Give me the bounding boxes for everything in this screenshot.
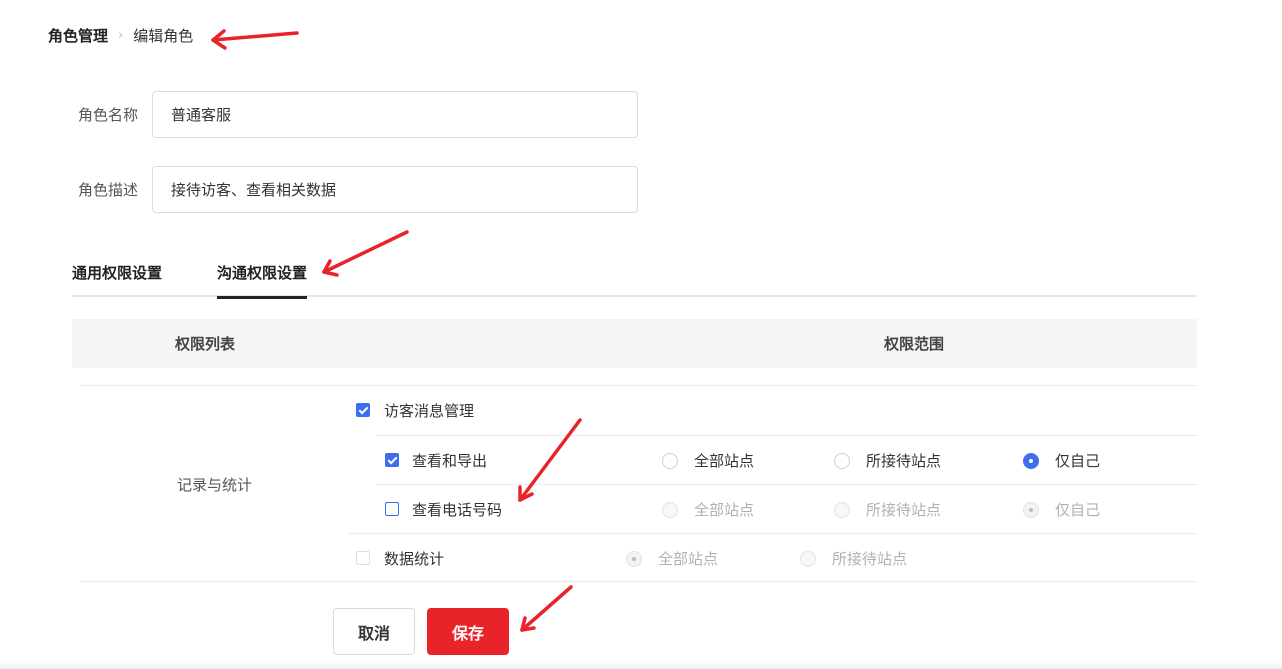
- view-phone-option-served-sites[interactable]: 所接待站点: [834, 499, 941, 520]
- data-stats-option-served-sites[interactable]: 所接待站点: [800, 548, 907, 569]
- breadcrumb-root[interactable]: 角色管理: [48, 25, 108, 46]
- radio-icon: [800, 550, 816, 567]
- group-label: 记录与统计: [177, 476, 253, 494]
- radio-selected-icon: [626, 550, 642, 567]
- table-body: 记录与统计 访客消息管理 查看和导出 全部站点 所接待站点 仅自己 查看电话号码…: [80, 385, 1197, 582]
- annotation-arrow-icon: [520, 585, 573, 632]
- view-phone-option-self-only[interactable]: 仅自己: [1023, 499, 1100, 520]
- table-row: 查看和导出 全部站点 所接待站点 仅自己: [376, 435, 1197, 484]
- view-phone-option-all-sites[interactable]: 全部站点: [662, 499, 754, 520]
- view-export-option-self-only[interactable]: 仅自己: [1023, 450, 1100, 471]
- visitor-message-label: 访客消息管理: [384, 402, 475, 420]
- chevron-right-icon: ›: [118, 27, 124, 43]
- role-name-input[interactable]: [152, 91, 638, 138]
- table-row: 查看电话号码 全部站点 所接待站点 仅自己: [376, 484, 1197, 533]
- view-export-label: 查看和导出: [412, 452, 488, 470]
- breadcrumb-current: 编辑角色: [133, 26, 194, 45]
- visitor-message-checkbox[interactable]: [356, 403, 370, 417]
- view-export-option-served-sites[interactable]: 所接待站点: [834, 450, 941, 471]
- role-description-row: 角色描述: [72, 166, 638, 213]
- permission-table: 权限列表 权限范围 记录与统计 访客消息管理 查看和导出 全部站点 所接待站点 …: [72, 319, 1197, 582]
- permission-tabs: 通用权限设置 沟通权限设置: [72, 262, 1197, 299]
- bottom-shadow: [0, 659, 1282, 669]
- radio-selected-icon: [1023, 452, 1039, 469]
- view-phone-checkbox[interactable]: [385, 502, 399, 516]
- data-stats-label: 数据统计: [384, 550, 445, 568]
- radio-icon: [662, 452, 678, 469]
- annotation-arrow-icon: [211, 29, 299, 50]
- data-stats-checkbox[interactable]: [356, 551, 370, 565]
- view-phone-label: 查看电话号码: [412, 501, 503, 519]
- tab-general-permissions[interactable]: 通用权限设置: [72, 262, 162, 297]
- role-name-label: 角色名称: [77, 106, 138, 124]
- radio-icon: [834, 501, 850, 518]
- header-permission-list: 权限列表: [174, 335, 235, 353]
- breadcrumb: 角色管理 › 编辑角色: [48, 24, 193, 46]
- table-row: 访客消息管理: [348, 386, 1197, 435]
- header-permission-scope: 权限范围: [884, 335, 945, 353]
- data-stats-option-all-sites[interactable]: 全部站点: [626, 548, 718, 569]
- radio-icon: [834, 452, 850, 469]
- view-export-option-all-sites[interactable]: 全部站点: [662, 450, 754, 471]
- table-row: 数据统计 全部站点 所接待站点: [348, 533, 1197, 582]
- tab-communication-permissions[interactable]: 沟通权限设置: [217, 262, 308, 299]
- radio-selected-icon: [1023, 501, 1039, 518]
- role-name-row: 角色名称: [72, 91, 638, 138]
- save-button[interactable]: 保存: [427, 608, 509, 655]
- table-header: 权限列表 权限范围: [72, 319, 1197, 368]
- view-export-checkbox[interactable]: [385, 453, 399, 467]
- role-description-input[interactable]: [152, 166, 638, 213]
- role-description-label: 角色描述: [77, 181, 138, 199]
- radio-icon: [662, 501, 678, 518]
- cancel-button[interactable]: 取消: [333, 608, 415, 655]
